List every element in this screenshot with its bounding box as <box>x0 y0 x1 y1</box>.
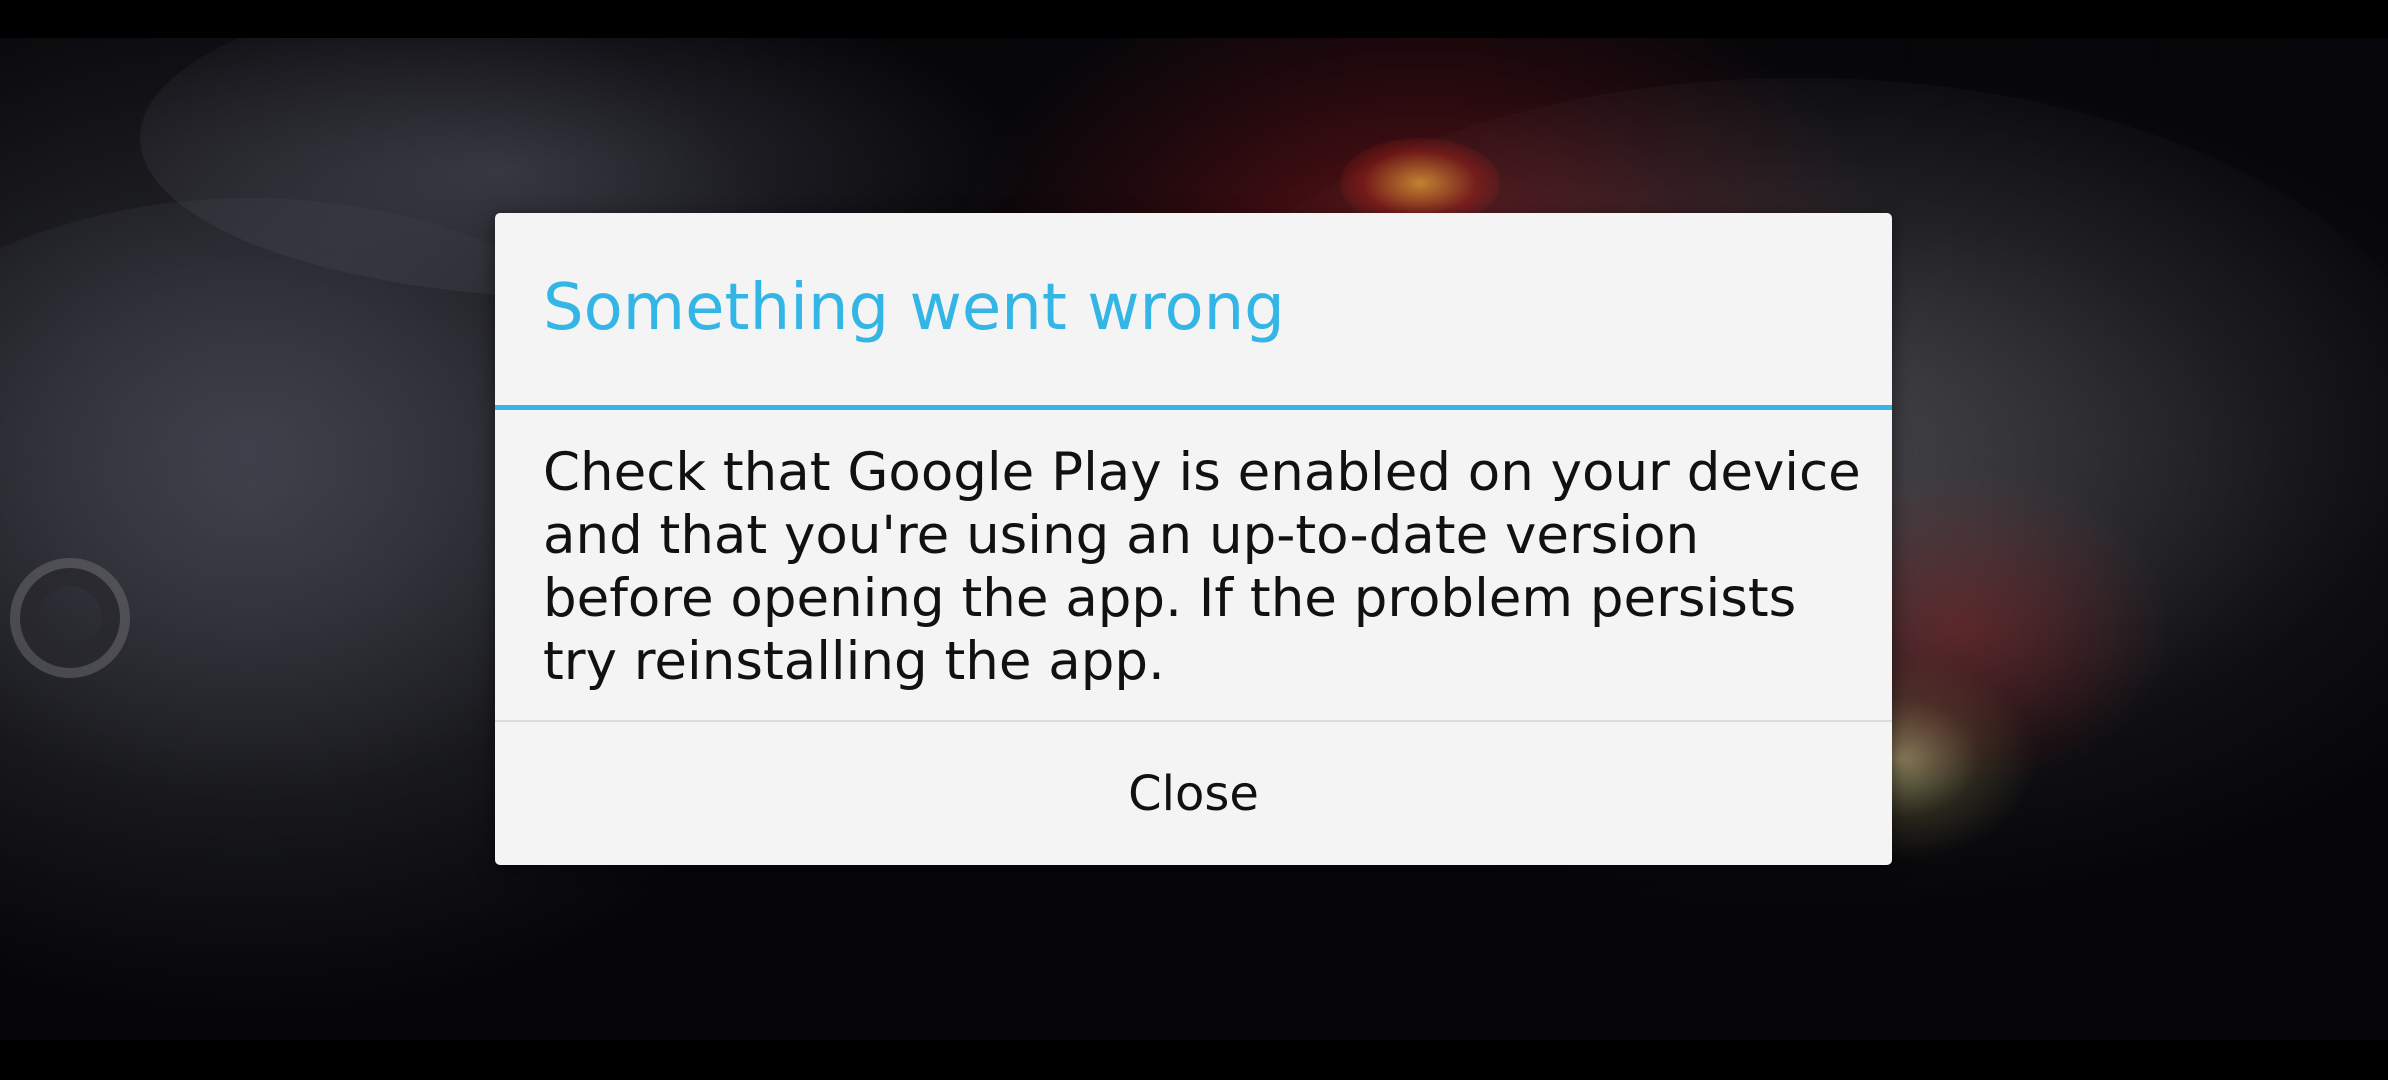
dialog-title: Something went wrong <box>543 271 1285 345</box>
dialog-message: Check that Google Play is enabled on you… <box>543 442 1861 692</box>
car-wheel <box>10 558 130 678</box>
app-screen: Something went wrong Check that Google P… <box>0 0 2388 1080</box>
title-divider <box>495 405 1892 410</box>
close-button[interactable]: Close <box>495 722 1892 865</box>
error-dialog: Something went wrong Check that Google P… <box>495 213 1892 865</box>
